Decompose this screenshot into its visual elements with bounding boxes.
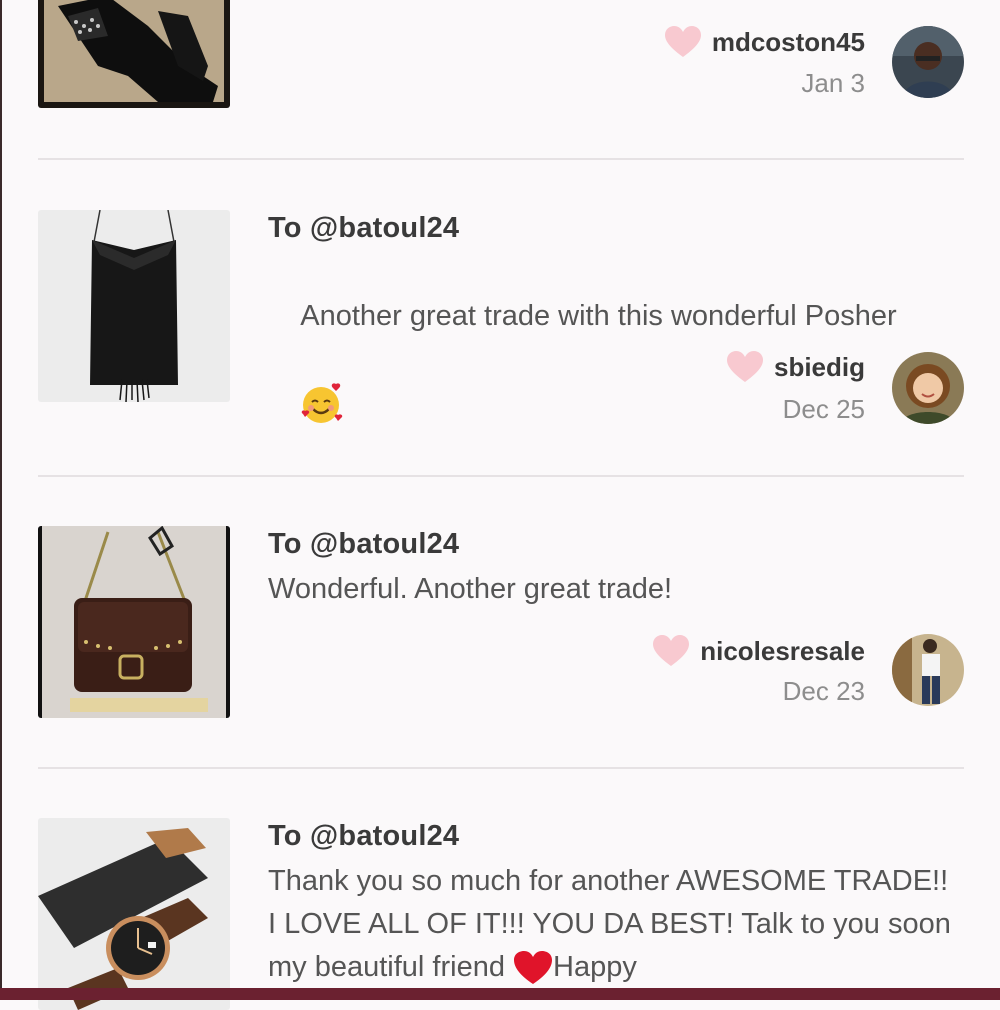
- bottom-bar: [0, 988, 1000, 1000]
- listing-thumbnail[interactable]: [38, 526, 230, 718]
- user-row: nicolesresale: [652, 634, 865, 668]
- recipient-handle[interactable]: To @batoul24: [268, 528, 459, 561]
- note-text: Wonderful. Another great trade!: [268, 573, 673, 605]
- note-message: Thank you so much for another AWESOME TR…: [268, 860, 958, 989]
- user-avatar[interactable]: [892, 352, 964, 424]
- note-date: Jan 3: [801, 68, 865, 98]
- username-link[interactable]: sbiedig: [774, 352, 865, 383]
- smiling-face-with-hearts-icon: [301, 383, 343, 424]
- recipient-handle[interactable]: To @batoul24: [268, 212, 459, 245]
- divider: [38, 767, 964, 769]
- note-text: Another great trade with this wonderful …: [300, 300, 897, 332]
- watch-and-case-image: [38, 818, 230, 1010]
- red-heart-icon: [514, 951, 553, 985]
- heart-icon[interactable]: [726, 350, 764, 384]
- note-text-tail: Happy: [553, 951, 637, 983]
- love-notes-feed: mdcoston45 Jan 3 To @batoul24 Another gr…: [0, 0, 1000, 1010]
- user-row: sbiedig: [726, 350, 865, 384]
- note-date: Dec 23: [782, 676, 865, 706]
- heart-icon[interactable]: [664, 25, 702, 59]
- heart-icon[interactable]: [652, 634, 690, 668]
- brown-suede-bag-image: [38, 526, 230, 718]
- username-link[interactable]: mdcoston45: [712, 27, 865, 58]
- black-studded-boots-image: [38, 0, 230, 108]
- listing-thumbnail[interactable]: [38, 210, 230, 402]
- black-fringe-dress-image: [38, 210, 230, 402]
- recipient-handle[interactable]: To @batoul24: [268, 820, 459, 853]
- user-avatar[interactable]: [892, 634, 964, 706]
- divider: [38, 475, 964, 477]
- user-avatar[interactable]: [892, 26, 964, 98]
- user-row: mdcoston45: [664, 25, 865, 59]
- username-link[interactable]: nicolesresale: [700, 636, 865, 667]
- note-date: Dec 25: [782, 394, 865, 424]
- listing-thumbnail[interactable]: [38, 0, 230, 108]
- listing-thumbnail[interactable]: [38, 818, 230, 1010]
- divider: [38, 158, 964, 160]
